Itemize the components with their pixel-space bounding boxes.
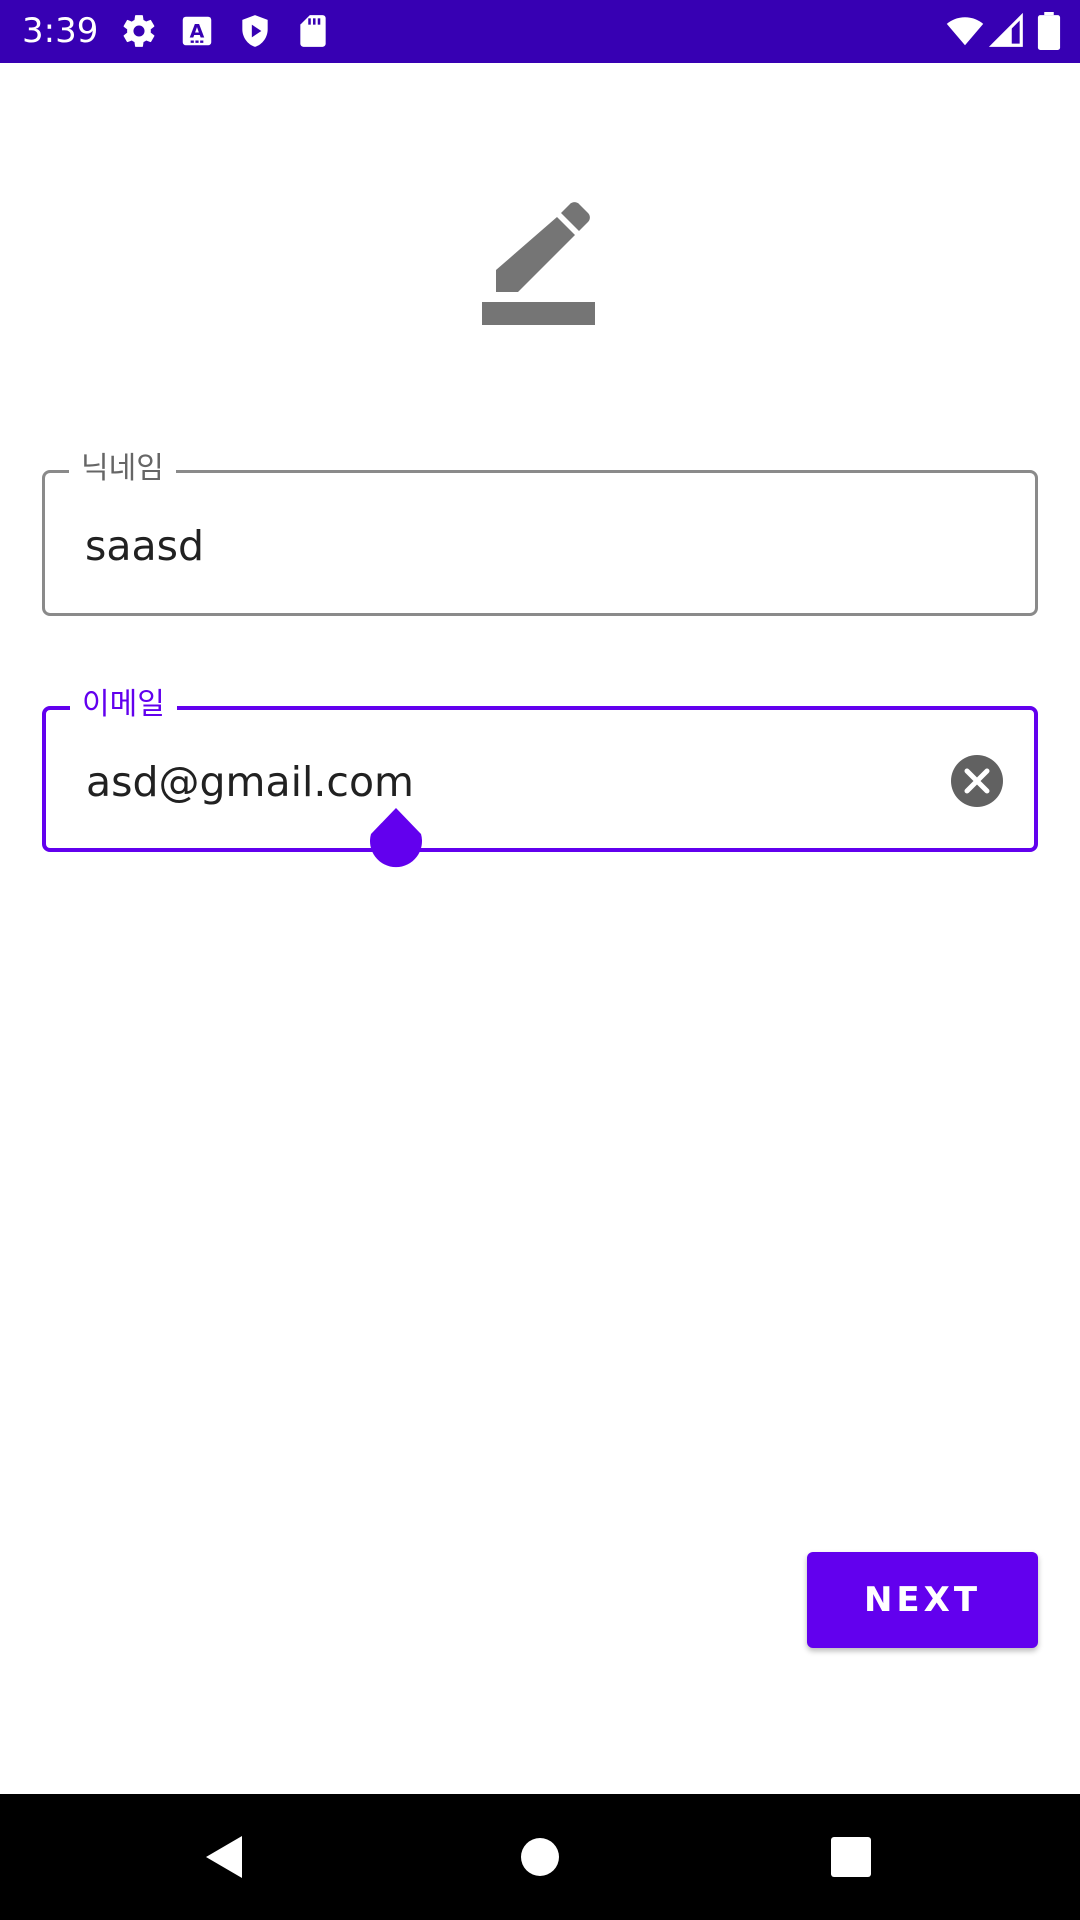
sd-card-icon (294, 12, 332, 50)
email-input[interactable]: asd@gmail.com (86, 757, 414, 807)
email-label: 이메일 (70, 687, 177, 723)
status-time: 3:39 (22, 11, 99, 51)
email-field[interactable]: 이메일 asd@gmail.com (42, 687, 1038, 852)
battery-icon (1036, 12, 1062, 50)
nickname-label: 닉네임 (69, 451, 176, 487)
cursor-handle[interactable] (369, 808, 423, 870)
nav-bar (0, 1794, 1080, 1920)
cell-signal-icon (988, 12, 1026, 50)
svg-text:A: A (190, 20, 205, 42)
home-icon[interactable] (507, 1824, 573, 1890)
nickname-field[interactable]: 닉네임 saasd (42, 451, 1038, 616)
gear-icon (120, 12, 158, 50)
shield-play-icon (236, 12, 274, 50)
recents-icon[interactable] (818, 1824, 884, 1890)
wifi-icon (944, 12, 986, 50)
clear-icon[interactable] (950, 754, 1004, 808)
edit-icon (482, 202, 598, 326)
next-button[interactable]: NEXT (807, 1552, 1038, 1648)
nickname-input[interactable]: saasd (85, 521, 204, 571)
back-icon[interactable] (192, 1824, 258, 1890)
a-icon: A (178, 12, 216, 50)
status-bar: 3:39 A (0, 0, 1080, 63)
